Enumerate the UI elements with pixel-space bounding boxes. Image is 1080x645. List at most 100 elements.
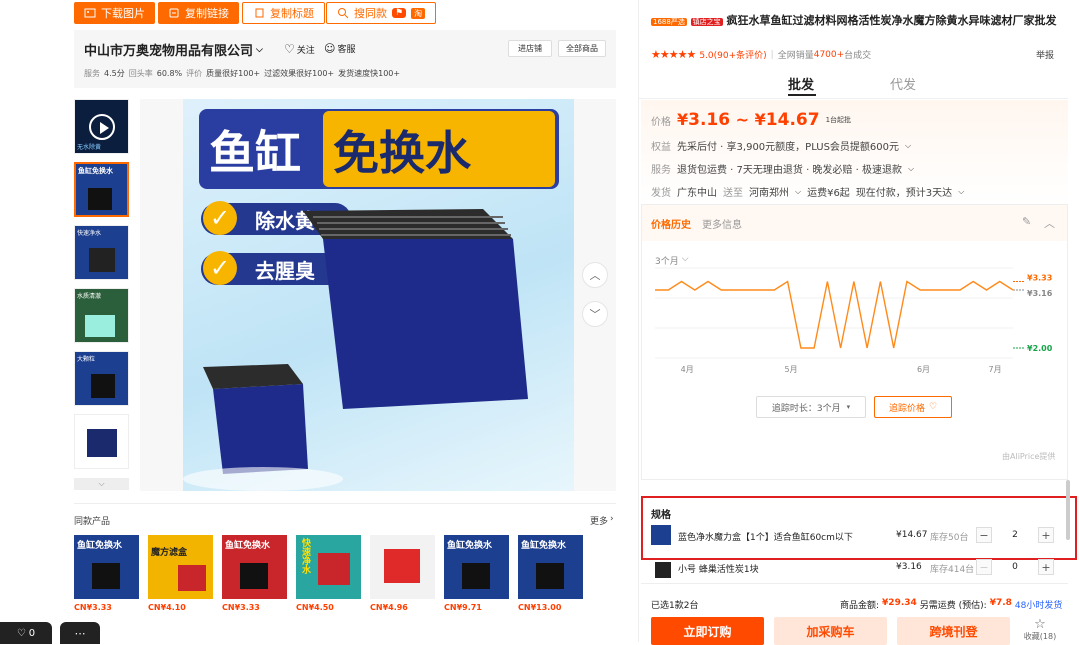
tab-wholesale[interactable]: 批发 [788, 74, 814, 93]
chart-price-label: ¥2.00 [1027, 344, 1053, 353]
buy-now-button[interactable]: 立即订购 [651, 617, 764, 645]
rating-text[interactable]: 5.0(90+条评价) [699, 48, 766, 61]
thumb-video[interactable]: 无水除黄 [74, 99, 129, 154]
price-label: 价格 [651, 116, 671, 128]
download-images-label: 下载图片 [101, 7, 145, 20]
thumb-4[interactable]: 大颗粒 [74, 351, 129, 406]
report-link[interactable]: 举报 [1036, 48, 1054, 61]
similar-item[interactable]: 魔方滤盒 [148, 535, 213, 599]
rights-text: 先采后付 · 享3,900元额度，PLUS会员提额600元 [677, 142, 900, 153]
customer-service-button[interactable]: ☺ 客服 [324, 42, 355, 55]
tab-dropship[interactable]: 代发 [890, 74, 916, 93]
spec-item-price: ¥3.16 [896, 562, 922, 572]
qty-decrease-button[interactable]: − [976, 527, 992, 543]
image-icon [84, 7, 96, 19]
qty-input[interactable]: 0 [996, 562, 1034, 572]
similar-item[interactable]: 鱼缸免换水 [444, 535, 509, 599]
qty-increase-button[interactable]: + [1038, 559, 1054, 575]
sales-prefix: 全网销量 [777, 51, 814, 61]
price-series-line [655, 280, 1014, 349]
spec-item-stock: 库存414台 [930, 565, 975, 575]
sales-suffix: 台成交 [844, 51, 872, 61]
tab-dropship-label: 代发 [890, 78, 917, 93]
ship-to[interactable]: 河南郑州 [749, 184, 789, 199]
similar-item[interactable]: 快速净水 [296, 535, 361, 599]
review-tag: 发货速度快100+ [338, 69, 401, 78]
copy-link-button[interactable]: 复制链接 [158, 2, 239, 24]
follow-label: 关注 [296, 45, 315, 56]
qty-input[interactable]: 2 [996, 530, 1034, 540]
like-count: 0 [28, 627, 36, 639]
follow-button[interactable]: ♡ 关注 [284, 42, 315, 56]
image-next-button[interactable]: ﹀ [582, 301, 608, 327]
filter-cubes-illustration [183, 209, 528, 491]
caret-down-icon: ▾ [846, 403, 851, 411]
similar-item[interactable]: 鱼缸免换水 [74, 535, 139, 599]
download-images-button[interactable]: 下载图片 [74, 2, 155, 24]
cross-border-button[interactable]: 跨境刊登 [897, 617, 1010, 645]
all-products-label: 全部商品 [566, 44, 598, 53]
similar-item[interactable]: 鱼缸免换水 [518, 535, 583, 599]
track-duration-select[interactable]: 追踪时长：3个月 ▾ [756, 396, 866, 418]
plus-icon: + [1041, 528, 1051, 542]
tab-price-history[interactable]: 价格历史 [651, 216, 691, 231]
similar-item-label: 鱼缸免换水 [447, 541, 493, 551]
favorite-button[interactable]: ☆ 收藏(18) [1018, 618, 1062, 642]
similar-item-shape [462, 563, 490, 589]
similar-item[interactable]: 鱼缸免换水 [222, 535, 287, 599]
plus-icon: + [1041, 560, 1051, 574]
chart-x-tick: 7月 [989, 365, 1002, 374]
copy-title-button[interactable]: 复制标题 [242, 2, 325, 24]
shipping-amount: ¥7.8 [989, 598, 1012, 608]
rights-label: 权益 [651, 142, 671, 153]
copy-link-label: 复制链接 [185, 7, 229, 20]
chevron-down-icon: ⌵ [905, 140, 912, 150]
chart-x-tick: 5月 [784, 365, 797, 374]
thumb-2[interactable]: 快速净水 [74, 225, 129, 280]
aliprice-credit: 由AliPrice提供 [1002, 452, 1056, 461]
chart-x-tick: 6月 [917, 365, 930, 374]
ship-from: 广东中山 [677, 188, 717, 199]
divider [641, 583, 1068, 584]
link-icon [168, 7, 180, 19]
qty-increase-button[interactable]: + [1038, 527, 1054, 543]
rights-row[interactable]: 权益 先采后付 · 享3,900元额度，PLUS会员提额600元 ⌵ [651, 138, 912, 154]
spec-item-thumb [651, 525, 671, 545]
chevron-right-icon: › [610, 514, 614, 524]
chat-icon: ☺ [324, 42, 336, 55]
similar-more-link[interactable]: 更多 › [590, 514, 614, 527]
add-to-cart-button[interactable]: 加采购车 [774, 617, 887, 645]
search-same-button[interactable]: 搜同款 ⚑ 淘 [326, 2, 437, 24]
chevron-up-icon[interactable]: ︿ [1044, 215, 1055, 231]
chat-widget[interactable]: ⋯ [60, 622, 100, 644]
panel-scrollbar[interactable] [1066, 480, 1070, 540]
image-prev-button[interactable]: ︿ [582, 262, 608, 288]
qty-decrease-button[interactable]: − [976, 559, 992, 575]
search-icon [337, 7, 349, 19]
shipping-note: 48小时发货 [1014, 601, 1063, 611]
track-price-button[interactable]: 追踪价格 ♡ [874, 396, 952, 418]
similar-item[interactable] [370, 535, 435, 599]
thumb-1[interactable]: 鱼缸免换水 [74, 162, 129, 217]
customer-service-label: 客服 [337, 45, 356, 55]
similar-item-price: CN¥3.33 [74, 603, 112, 612]
tab-more-info[interactable]: 更多信息 [702, 216, 742, 231]
product-title-text: 疯狂水草鱼缸过滤材料网格活性炭净水魔方除黄水异味滤材厂家批发 [726, 14, 1057, 27]
edit-icon[interactable]: ✎ [1022, 215, 1031, 228]
chevron-down-icon: ⌵ [958, 186, 965, 196]
similar-more-label: 更多 [590, 517, 609, 527]
shop-name[interactable]: 中山市万奥宠物用品有限公司 ⌵ [84, 40, 263, 59]
service-row[interactable]: 服务 退货包运费 · 7天无理由退货 · 晚发必赔 · 极速退款 ⌵ [651, 161, 914, 177]
goods-label: 商品金额: [840, 601, 880, 611]
thumb-5[interactable] [74, 414, 129, 469]
all-products-button[interactable]: 全部商品 [558, 40, 606, 57]
similar-item-price: CN¥4.96 [370, 603, 408, 612]
thumbs-scroll-down[interactable]: ⌵ [74, 478, 129, 490]
enter-shop-button[interactable]: 进店铺 [508, 40, 552, 57]
order-summary: 商品金额: ¥29.34 另需运费 (预估): ¥7.8 48小时发货 [840, 598, 1062, 611]
similar-item-label: 鱼缸免换水 [521, 541, 567, 551]
like-widget[interactable]: ♡ 0 [0, 622, 52, 644]
minus-icon: − [979, 560, 989, 574]
thumb-3[interactable]: 水质清澈 [74, 288, 129, 343]
main-image[interactable]: 鱼缸 免换水 ✓ 除水黄 ✓ 去腥臭 [183, 99, 574, 491]
